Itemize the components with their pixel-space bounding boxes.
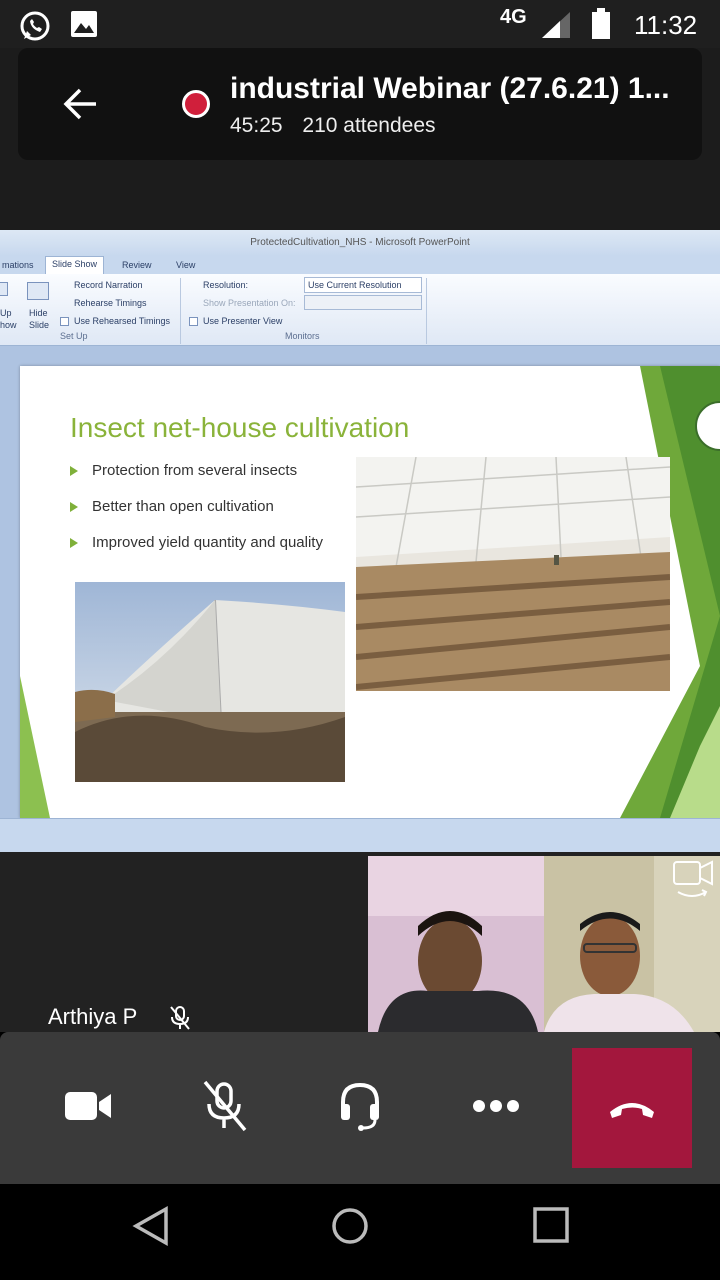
photo-net-house-exterior bbox=[75, 582, 345, 782]
presenter-view-checkbox[interactable] bbox=[189, 317, 198, 326]
meeting-meta: 45:25 210 attendees bbox=[230, 114, 450, 138]
nav-recents-icon bbox=[533, 1207, 569, 1243]
nav-home-icon bbox=[332, 1208, 368, 1244]
audio-output-button[interactable] bbox=[330, 1076, 390, 1136]
attendee-count: 210 attendees bbox=[302, 114, 436, 137]
bullet-item: Better than open cultivation bbox=[70, 498, 323, 534]
use-presenter-view-label[interactable]: Use Presenter View bbox=[203, 316, 282, 326]
resolution-label: Resolution: bbox=[203, 280, 249, 290]
call-duration: 45:25 bbox=[230, 114, 283, 137]
ribbon-tabs: mations Slide Show Review View bbox=[0, 256, 720, 274]
ppt-window-title: ProtectedCultivation_NHS - Microsoft Pow… bbox=[0, 230, 720, 256]
video-camera-icon bbox=[65, 1092, 111, 1120]
more-options-button[interactable] bbox=[466, 1076, 526, 1136]
tab-view[interactable]: View bbox=[170, 258, 201, 272]
nav-back-icon bbox=[132, 1205, 168, 1247]
ppt-status-bar bbox=[0, 818, 720, 852]
slide: Insect net-house cultivation Protection … bbox=[20, 366, 720, 818]
hide-slide-icon[interactable] bbox=[27, 282, 49, 300]
more-options-icon bbox=[473, 1100, 519, 1112]
battery-icon bbox=[590, 8, 612, 45]
bullet-item: Protection from several insects bbox=[70, 462, 323, 498]
hang-up-icon bbox=[610, 1103, 654, 1118]
camera-toggle-button[interactable] bbox=[58, 1076, 118, 1136]
status-bar: 4G 11:32 bbox=[0, 0, 720, 48]
meeting-title[interactable]: industrial Webinar (27.6.21) 1... bbox=[230, 72, 690, 106]
photo-net-house-interior bbox=[356, 457, 670, 691]
setup-group-label: Set Up bbox=[60, 331, 88, 341]
network-type: 4G bbox=[500, 6, 527, 28]
tab-review[interactable]: Review bbox=[116, 258, 158, 272]
bullet-item: Improved yield quantity and quality bbox=[70, 534, 323, 570]
setup-slideshow-icon[interactable] bbox=[0, 282, 8, 296]
hide-slide-label-2[interactable]: Slide bbox=[29, 320, 49, 330]
whatsapp-icon bbox=[18, 9, 52, 48]
show-presentation-on-label: Show Presentation On: bbox=[203, 298, 296, 308]
ribbon-separator bbox=[426, 278, 427, 344]
use-rehearsed-checkbox[interactable] bbox=[60, 317, 69, 326]
participant-name: Arthiya P bbox=[48, 1004, 138, 1029]
hang-up-button[interactable] bbox=[572, 1048, 692, 1168]
switch-camera-icon bbox=[673, 860, 713, 897]
slide-title: Insect net-house cultivation bbox=[70, 412, 410, 443]
setup-label-2: how bbox=[0, 320, 17, 330]
resolution-select[interactable]: Use Current Resolution bbox=[304, 277, 422, 293]
call-controls bbox=[0, 1032, 720, 1184]
nav-home-button[interactable] bbox=[330, 1206, 370, 1251]
call-header: industrial Webinar (27.6.21) 1... 45:25 … bbox=[0, 48, 720, 230]
participant-gallery: Arthiya P bbox=[0, 852, 720, 1032]
back-arrow-icon bbox=[63, 88, 96, 120]
headset-icon bbox=[341, 1082, 379, 1131]
call-info-card: industrial Webinar (27.6.21) 1... 45:25 … bbox=[18, 48, 702, 160]
show-presentation-select bbox=[304, 295, 422, 310]
mute-button[interactable] bbox=[194, 1076, 254, 1136]
participant-video-tile[interactable] bbox=[368, 856, 544, 1032]
back-button[interactable] bbox=[56, 78, 108, 130]
clock: 11:32 bbox=[634, 10, 698, 40]
mic-off-icon bbox=[203, 1080, 247, 1132]
system-nav-bar bbox=[0, 1184, 720, 1280]
tab-animations[interactable]: mations bbox=[0, 258, 40, 272]
rehearse-timings-button[interactable]: Rehearse Timings bbox=[74, 298, 147, 308]
switch-camera-button[interactable] bbox=[670, 856, 716, 907]
shared-screen[interactable]: ProtectedCultivation_NHS - Microsoft Pow… bbox=[0, 230, 720, 852]
ribbon-separator bbox=[180, 278, 181, 344]
gallery-icon bbox=[70, 9, 98, 44]
nav-back-button[interactable] bbox=[132, 1205, 170, 1251]
monitors-group-label: Monitors bbox=[285, 331, 320, 341]
hide-slide-label-1[interactable]: Hide bbox=[29, 308, 48, 318]
record-narration-button[interactable]: Record Narration bbox=[74, 280, 143, 290]
use-rehearsed-timings-label[interactable]: Use Rehearsed Timings bbox=[74, 316, 170, 326]
recording-indicator bbox=[182, 90, 210, 118]
tab-slide-show[interactable]: Slide Show bbox=[45, 256, 105, 274]
slide-bullets: Protection from several insects Better t… bbox=[70, 462, 323, 570]
setup-label-1: Up bbox=[0, 308, 12, 318]
signal-icon bbox=[540, 10, 572, 45]
ribbon: Up how Hide Slide Record Narration Rehea… bbox=[0, 274, 720, 346]
nav-recents-button[interactable] bbox=[532, 1206, 570, 1249]
